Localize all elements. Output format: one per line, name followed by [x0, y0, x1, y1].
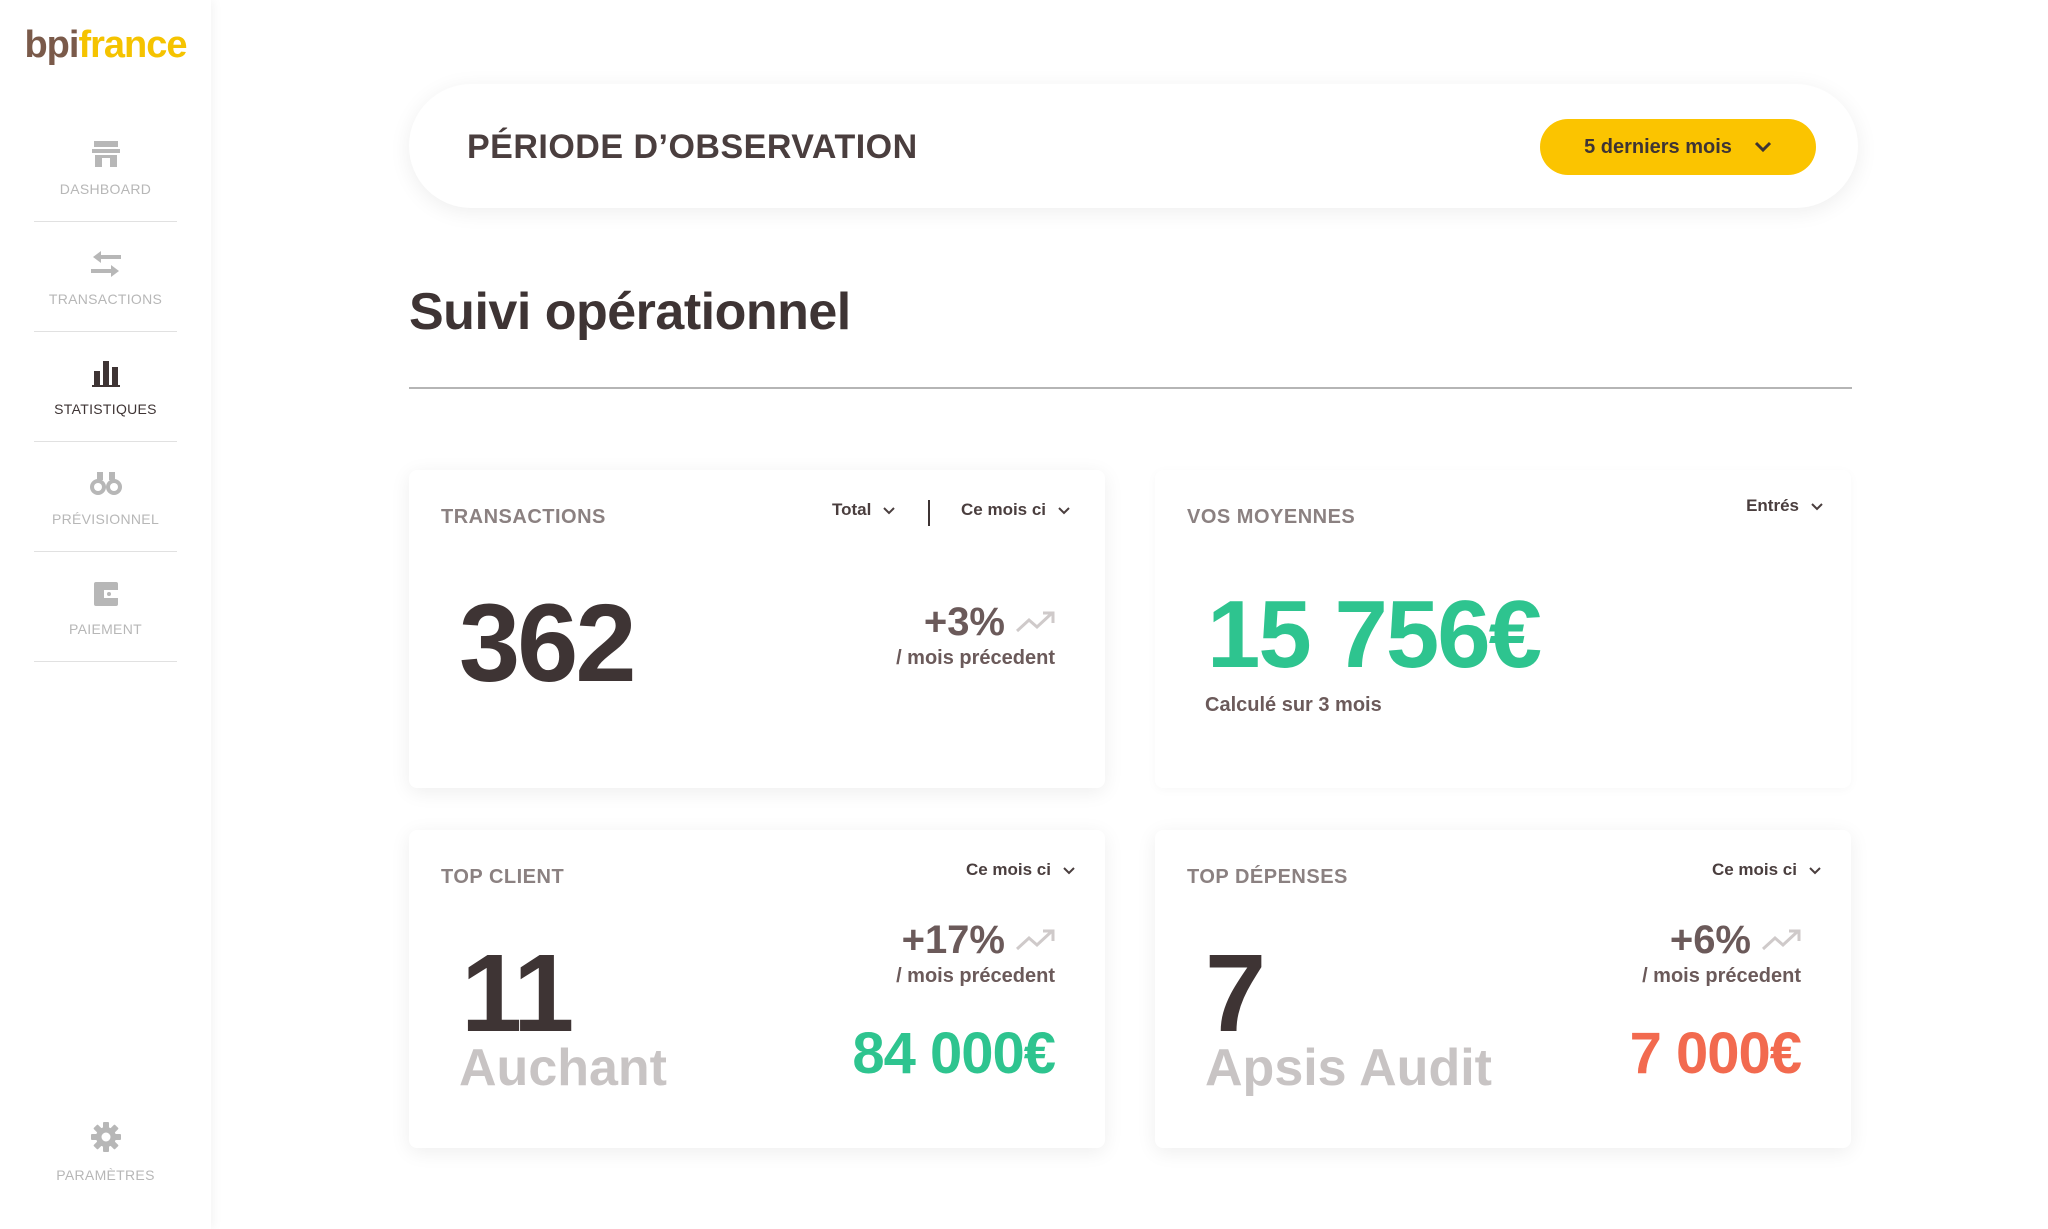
dropdown-value: Entrés [1746, 496, 1799, 515]
trend-up-icon [1015, 918, 1055, 963]
store-icon [89, 137, 123, 171]
chevron-down-icon [1058, 500, 1070, 520]
transactions-delta: +3% / mois précedent [896, 600, 1055, 670]
sidebar-item-label: PRÉVISIONNEL [51, 510, 160, 527]
filter-separator [928, 500, 930, 526]
sidebar-item-label: TRANSACTIONS [48, 290, 163, 307]
delta-percent: +6% [1669, 918, 1751, 962]
card-title: TOP CLIENT [441, 866, 565, 888]
transactions-card: TRANSACTIONS Total Ce mois ci 362 +3% / … [409, 470, 1105, 788]
top-client-period-dropdown[interactable]: Ce mois ci [966, 860, 1075, 880]
top-client-amount: 84 000€ [852, 1021, 1056, 1086]
wallet-icon [89, 577, 123, 611]
sidebar-item-statistiques[interactable]: STATISTIQUES [34, 332, 177, 442]
card-title: TOP DÉPENSES [1187, 866, 1348, 888]
sidebar-item-dashboard[interactable]: DASHBOARD [34, 112, 177, 222]
sidebar-item-label: PAIEMENT [69, 620, 142, 637]
top-expenses-name: Apsis Audit [1205, 1039, 1492, 1097]
top-expenses-amount: 7 000€ [1629, 1021, 1802, 1086]
chevron-down-icon [883, 500, 896, 520]
transactions-count: 362 [459, 582, 637, 705]
delta-caption: / mois précedent [896, 647, 1055, 669]
sidebar-item-label: PARAMÈTRES [56, 1167, 155, 1183]
card-title: TRANSACTIONS [441, 506, 606, 528]
average-amount: 15 756€ [1207, 581, 1542, 688]
sidebar: bpifrance DASHBOARD TRANSACTIONS STATIST… [0, 0, 211, 1229]
delta-caption: / mois précedent [1642, 965, 1801, 987]
bpifrance-logo[interactable]: bpifrance [0, 24, 211, 67]
top-expenses-delta: +6% / mois précedent [1642, 918, 1801, 988]
dropdown-value: Ce mois ci [961, 500, 1047, 519]
period-title: PÉRIODE D’OBSERVATION [467, 128, 918, 166]
sidebar-item-transactions[interactable]: TRANSACTIONS [34, 222, 177, 332]
top-client-name: Auchant [459, 1039, 667, 1097]
sidebar-nav: DASHBOARD TRANSACTIONS STATISTIQUES PRÉV… [34, 112, 177, 662]
dropdown-value: Ce mois ci [1711, 860, 1797, 879]
delta-caption: / mois précedent [896, 965, 1055, 987]
card-title: VOS MOYENNES [1187, 506, 1356, 528]
chevron-down-icon [1754, 136, 1772, 159]
observation-period-bar: PÉRIODE D’OBSERVATION 5 derniers mois [409, 84, 1858, 208]
period-dropdown[interactable]: 5 derniers mois [1540, 119, 1816, 175]
sidebar-item-paiement[interactable]: PAIEMENT [34, 552, 177, 662]
chevron-down-icon [1811, 496, 1823, 516]
sidebar-item-label: DASHBOARD [59, 180, 152, 197]
bar-chart-icon [89, 357, 123, 391]
dropdown-value: Total [832, 500, 872, 519]
chevron-down-icon [1809, 860, 1821, 880]
top-expenses-card: TOP DÉPENSES Ce mois ci 7 Apsis Audit +6… [1155, 830, 1851, 1148]
transactions-period-dropdown[interactable]: Ce mois ci [961, 500, 1070, 520]
sidebar-item-label: STATISTIQUES [54, 400, 157, 417]
averages-flow-dropdown[interactable]: Entrés [1746, 496, 1823, 516]
chevron-down-icon [1063, 860, 1075, 880]
transactions-type-dropdown[interactable]: Total [832, 500, 896, 520]
page-title: Suivi opérationnel [409, 283, 851, 341]
logo-text-france: france [78, 24, 187, 66]
sidebar-item-parametres[interactable]: PARAMÈTRES [34, 1122, 177, 1183]
average-note: Calculé sur 3 mois [1205, 694, 1382, 716]
logo-text-bpi: bpi [24, 24, 79, 66]
dropdown-value: Ce mois ci [965, 860, 1051, 879]
averages-card: VOS MOYENNES Entrés 15 756€ Calculé sur … [1155, 470, 1851, 788]
transfer-arrows-icon [89, 247, 123, 281]
top-expenses-period-dropdown[interactable]: Ce mois ci [1712, 860, 1821, 880]
gear-icon [90, 1122, 121, 1157]
top-client-card: TOP CLIENT Ce mois ci 11 Auchant +17% / … [409, 830, 1105, 1148]
period-dropdown-value: 5 derniers mois [1584, 135, 1732, 158]
delta-percent: +3% [923, 600, 1005, 644]
delta-percent: +17% [901, 918, 1005, 962]
sidebar-item-previsionnel[interactable]: PRÉVISIONNEL [34, 442, 177, 552]
trend-up-icon [1015, 600, 1055, 645]
section-divider [409, 387, 1852, 389]
top-client-delta: +17% / mois précedent [896, 918, 1055, 988]
trend-up-icon [1761, 918, 1801, 963]
binoculars-icon [89, 467, 123, 501]
